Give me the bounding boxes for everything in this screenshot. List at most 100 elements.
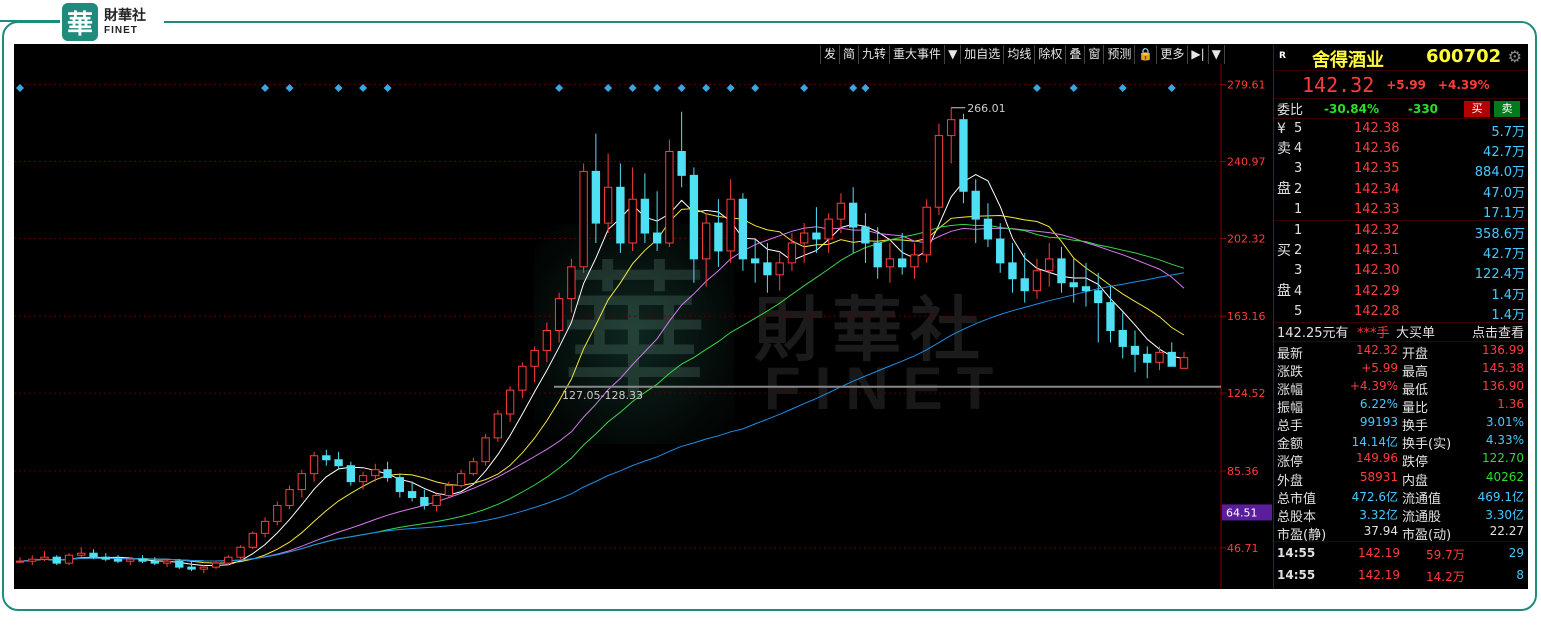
candle-body[interactable] [934, 135, 944, 208]
candle-body[interactable] [714, 222, 723, 252]
event-marker-icon[interactable] [861, 84, 870, 92]
candle-body[interactable] [371, 469, 380, 477]
candle-body[interactable] [444, 485, 454, 497]
candle-body[interactable] [52, 556, 61, 564]
candle-body[interactable] [64, 554, 74, 564]
tb-dropdown[interactable]: ▼ [945, 45, 962, 64]
candle-body[interactable] [701, 222, 711, 260]
candle-body[interactable] [126, 558, 135, 562]
candle-body[interactable] [383, 469, 392, 479]
candle-body[interactable] [1179, 357, 1189, 369]
candle-body[interactable] [603, 186, 613, 224]
candle-body[interactable] [971, 190, 980, 220]
candle-body[interactable] [652, 232, 662, 244]
ask-level-5[interactable]: 5 142.38 5.7万 [1274, 119, 1528, 140]
bid-level-2[interactable]: 2 142.31 42.7万 [1274, 241, 1528, 262]
candle-body[interactable] [309, 455, 319, 475]
event-marker-icon[interactable] [383, 84, 392, 92]
candle-body[interactable] [1143, 353, 1152, 363]
event-marker-icon[interactable] [800, 84, 809, 92]
candle-body[interactable] [677, 151, 686, 176]
candle-body[interactable] [567, 266, 576, 300]
candle-body[interactable] [738, 198, 748, 260]
candle-body[interactable] [187, 566, 196, 570]
candle-body[interactable] [481, 437, 490, 463]
candle-body[interactable] [873, 242, 882, 268]
candle-body[interactable] [358, 475, 368, 483]
kline-chart[interactable]: 279.61 240.97 202.32 163.16 124.52 85.36 46.71… [14, 44, 1273, 589]
candle-body[interactable] [591, 170, 601, 224]
candle-body[interactable] [469, 461, 478, 475]
candle-body[interactable] [334, 459, 343, 467]
candle-body[interactable] [1020, 278, 1029, 292]
candle-body[interactable] [432, 495, 441, 506]
candle-body[interactable] [1155, 351, 1164, 363]
buy-button[interactable]: 买 [1464, 101, 1490, 117]
event-marker-icon[interactable] [1118, 84, 1127, 92]
candle-body[interactable] [199, 566, 208, 570]
notice-view-link[interactable]: 点击查看 [1472, 322, 1524, 341]
candle-body[interactable] [812, 232, 821, 240]
candle-body[interactable] [1167, 351, 1176, 367]
candle-body[interactable] [248, 532, 257, 548]
candle-body[interactable] [260, 520, 270, 534]
candle-body[interactable] [420, 497, 429, 506]
candle-body[interactable] [885, 258, 895, 268]
candle-body[interactable] [628, 198, 637, 244]
tb-lock[interactable]: 🔒 [1135, 45, 1158, 64]
tb-overlay[interactable]: 叠 [1066, 45, 1086, 64]
ask-level-2[interactable]: 2 142.34 47.0万 [1274, 180, 1528, 201]
candle-body[interactable] [861, 226, 870, 244]
candle-body[interactable] [1081, 286, 1091, 292]
event-marker-icon[interactable] [628, 84, 637, 92]
ask-level-4[interactable]: 4 142.36 42.7万 [1274, 139, 1528, 160]
candle-body[interactable] [922, 206, 931, 256]
candle-body[interactable] [211, 562, 221, 568]
candle-body[interactable] [849, 202, 858, 228]
candle-body[interactable] [665, 151, 674, 244]
candle-body[interactable] [346, 465, 355, 483]
candle-body[interactable] [1106, 302, 1115, 331]
candle-body[interactable] [726, 198, 735, 252]
candle-body[interactable] [640, 198, 650, 234]
tb-window[interactable]: 窗 [1085, 45, 1105, 64]
candle-body[interactable] [1045, 258, 1054, 272]
tb-more[interactable]: 更多 [1157, 45, 1189, 64]
candle-body[interactable] [101, 556, 110, 560]
candle-body[interactable] [113, 558, 123, 562]
event-marker-icon[interactable] [1167, 84, 1176, 92]
gear-icon[interactable]: ⚙ [1508, 47, 1522, 66]
bid-level-5[interactable]: 5 142.28 1.4万 [1274, 302, 1528, 323]
event-marker-icon[interactable] [849, 84, 858, 92]
event-marker-icon[interactable] [1069, 84, 1078, 92]
sell-button[interactable]: 卖 [1494, 101, 1520, 117]
event-marker-icon[interactable] [555, 84, 564, 92]
candle-body[interactable] [15, 560, 25, 563]
tb-forecast[interactable]: 预测 [1104, 45, 1136, 64]
tb-add-watch[interactable]: 加自选 [961, 45, 1005, 64]
candle-body[interactable] [1069, 282, 1078, 288]
candle-body[interactable] [836, 202, 846, 220]
candle-body[interactable] [689, 174, 699, 260]
ask-level-1[interactable]: 1 142.33 17.1万 [1274, 200, 1528, 221]
event-marker-icon[interactable] [726, 84, 735, 92]
kline-chart-area[interactable]: 華 財華社 FINET 279.61 240.97 202.32 163.16 124.… [14, 44, 1273, 589]
candle-body[interactable] [322, 455, 331, 461]
event-marker-icon[interactable] [261, 84, 270, 92]
bid-level-1[interactable]: 1 142.32 358.6万 [1274, 221, 1528, 242]
candle-body[interactable] [285, 489, 294, 506]
candle-body[interactable] [898, 258, 907, 268]
candle-body[interactable] [579, 170, 588, 268]
candle-body[interactable] [775, 262, 784, 276]
candle-body[interactable] [40, 556, 49, 560]
event-marker-icon[interactable] [702, 84, 711, 92]
candle-body[interactable] [1130, 345, 1140, 355]
candle-body[interactable] [395, 477, 405, 493]
candle-body[interactable] [224, 556, 233, 564]
bid-level-4[interactable]: 4 142.29 1.4万 [1274, 282, 1528, 303]
candle-body[interactable] [996, 238, 1005, 264]
candle-body[interactable] [616, 186, 625, 244]
candle-body[interactable] [799, 232, 809, 244]
tb-jian[interactable]: 简 [840, 45, 860, 64]
event-marker-icon[interactable] [359, 84, 368, 92]
